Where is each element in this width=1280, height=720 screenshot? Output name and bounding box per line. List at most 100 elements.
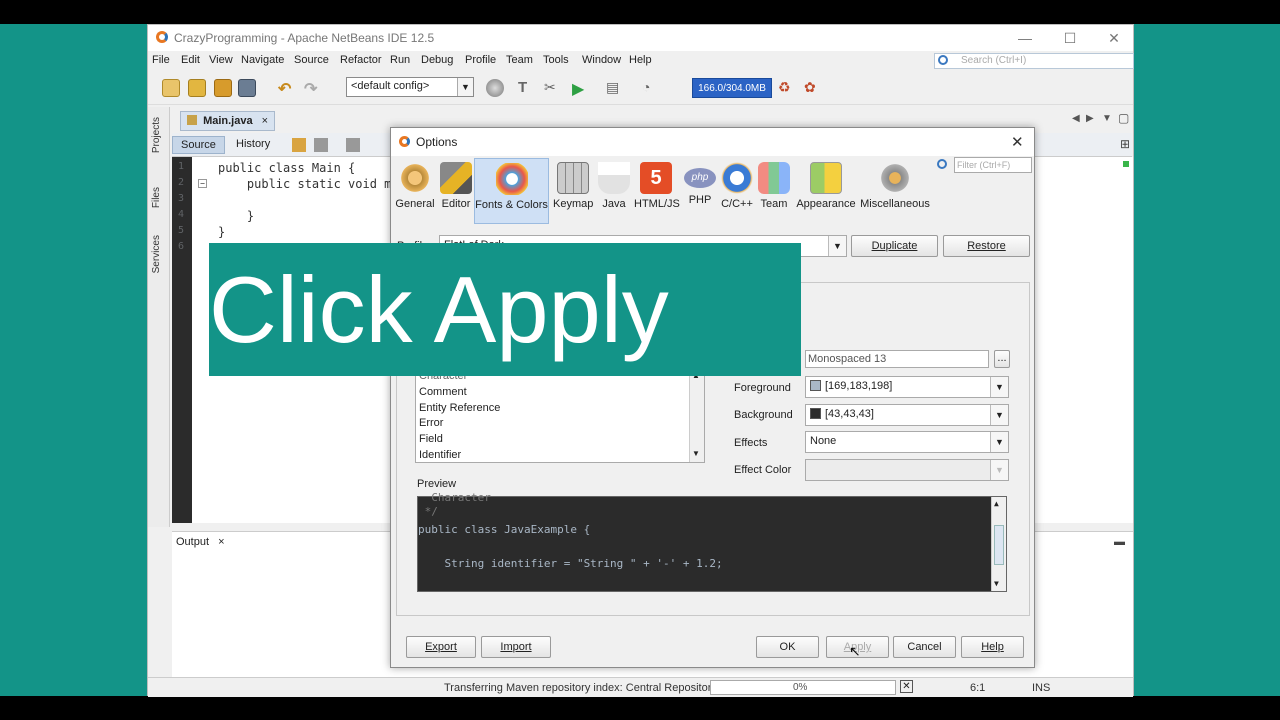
menu-run[interactable]: Run [390, 54, 410, 66]
search-input[interactable]: Search (Ctrl+I) [934, 53, 1134, 69]
menu-file[interactable]: File [152, 54, 170, 66]
debug-icon[interactable]: ▤ [606, 79, 624, 97]
menu-navigate[interactable]: Navigate [241, 54, 284, 66]
open-project-icon[interactable] [214, 79, 232, 97]
category-php[interactable]: php PHP [683, 158, 717, 224]
services-tab[interactable]: Services [151, 235, 162, 273]
split-icon[interactable]: ⊞ [1120, 137, 1130, 151]
output-close-icon[interactable]: × [218, 536, 224, 548]
foreground-select[interactable]: [169,183,198] ▼ [805, 376, 1009, 398]
list-item[interactable]: Identifier [419, 449, 461, 461]
effects-value: None [810, 435, 837, 447]
category-list[interactable]: Character Comment Entity Reference Error… [415, 368, 705, 463]
clean-build-icon[interactable]: ✂ [544, 79, 562, 97]
mouse-cursor-icon: ↖ [849, 643, 861, 659]
help-button[interactable]: Help [961, 636, 1024, 658]
category-team[interactable]: Team [758, 158, 790, 224]
list-item[interactable]: Field [419, 433, 443, 445]
tab-list-icon[interactable]: ▼ [1102, 113, 1112, 124]
ok-button[interactable]: OK [756, 636, 819, 658]
run-icon[interactable]: ▶ [572, 79, 590, 98]
category-keymap[interactable]: Keymap [553, 158, 593, 224]
save-all-icon[interactable] [238, 79, 256, 97]
status-bar: Transferring Maven repository index: Cen… [148, 677, 1133, 697]
list-item[interactable]: Entity Reference [419, 402, 500, 414]
output-tab[interactable]: Output × [176, 536, 225, 548]
memory-indicator[interactable]: 166.0/304.0MB [692, 78, 772, 98]
category-cpp[interactable]: C/C++ [719, 158, 755, 224]
fold-icon[interactable]: − [198, 179, 207, 188]
menu-tools[interactable]: Tools [543, 54, 569, 66]
menu-source[interactable]: Source [294, 54, 329, 66]
tab-main-java[interactable]: Main.java × [180, 111, 276, 131]
effects-select[interactable]: None ▼ [805, 431, 1009, 453]
minimize-button[interactable]: — [1010, 28, 1040, 48]
gc-icon[interactable]: ♻ [778, 79, 796, 97]
profiler-icon[interactable]: ✿ [804, 79, 822, 97]
find-icon[interactable] [346, 138, 360, 152]
back-icon[interactable] [292, 138, 306, 152]
new-file-icon[interactable] [162, 79, 180, 97]
profile-icon[interactable]: ◔ [642, 79, 660, 97]
menu-window[interactable]: Window [582, 54, 621, 66]
build-icon[interactable]: T [518, 79, 536, 97]
menu-refactor[interactable]: Refactor [340, 54, 382, 66]
config-select[interactable]: <default config> ▼ [346, 77, 474, 97]
category-java[interactable]: Java [597, 158, 631, 224]
cpp-icon [721, 162, 753, 194]
tab-scroll-right-icon[interactable]: ▶ [1086, 113, 1094, 124]
target-icon[interactable] [486, 79, 504, 97]
list-item[interactable]: Error [419, 417, 443, 429]
list-item[interactable]: Comment [419, 386, 467, 398]
effect-color-select: ▼ [805, 459, 1009, 481]
restore-button[interactable]: Restore [943, 235, 1030, 257]
filter-search-icon [937, 159, 947, 169]
forward-icon[interactable] [314, 138, 328, 152]
category-fonts-colors[interactable]: Fonts & Colors [474, 158, 549, 224]
scroll-up-icon[interactable]: ▲ [994, 499, 999, 508]
category-appearance[interactable]: Appearance [794, 158, 858, 224]
preview-scrollbar[interactable]: ▲ ▼ [991, 497, 1006, 591]
menu-view[interactable]: View [209, 54, 233, 66]
tab-close-icon[interactable]: × [262, 115, 268, 127]
new-project-icon[interactable] [188, 79, 206, 97]
tab-scroll-left-icon[interactable]: ◀ [1072, 113, 1080, 124]
cancel-progress-icon[interactable]: ✕ [900, 680, 913, 693]
redo-icon[interactable]: ↷ [304, 79, 322, 98]
tab-source[interactable]: Source [172, 136, 225, 154]
preview-line: Character [418, 491, 491, 504]
undo-icon[interactable]: ↶ [278, 79, 296, 98]
background-select[interactable]: [43,43,43] ▼ [805, 404, 1009, 426]
duplicate-button[interactable]: Duplicate [851, 235, 938, 257]
font-field[interactable]: Monospaced 13 [805, 350, 989, 368]
scroll-thumb[interactable] [994, 525, 1004, 565]
close-window-button[interactable]: ✕ [1099, 28, 1129, 48]
category-label: General [395, 198, 435, 210]
menu-edit[interactable]: Edit [181, 54, 200, 66]
tab-history[interactable]: History [228, 136, 278, 154]
import-button[interactable]: Import [481, 636, 551, 658]
dialog-title-bar: Options ✕ [391, 128, 1034, 156]
category-html-js[interactable]: 5 HTML/JS [634, 158, 680, 224]
cancel-button[interactable]: Cancel [893, 636, 956, 658]
maximize-editor-icon[interactable]: ▢ [1118, 111, 1129, 125]
export-button[interactable]: Export [406, 636, 476, 658]
maximize-button[interactable]: ☐ [1055, 28, 1085, 48]
files-tab[interactable]: Files [151, 187, 162, 208]
category-editor[interactable]: Editor [439, 158, 473, 224]
scroll-down-icon[interactable]: ▼ [994, 579, 999, 588]
menu-team[interactable]: Team [506, 54, 533, 66]
dialog-close-button[interactable]: ✕ [1011, 133, 1024, 151]
scroll-down-icon[interactable]: ▼ [692, 449, 700, 458]
menu-profile[interactable]: Profile [465, 54, 496, 66]
font-chooser-button[interactable]: ... [994, 350, 1010, 368]
list-scrollbar[interactable]: ▲ ▼ [689, 369, 704, 462]
minimize-panel-icon[interactable]: ▬ [1114, 536, 1125, 548]
projects-tab[interactable]: Projects [151, 117, 162, 153]
menu-debug[interactable]: Debug [421, 54, 453, 66]
filter-input[interactable]: Filter (Ctrl+F) [954, 157, 1032, 173]
menu-help[interactable]: Help [629, 54, 652, 66]
category-miscellaneous[interactable]: Miscellaneous [860, 158, 930, 224]
category-general[interactable]: General [395, 158, 435, 224]
code-line: } [218, 225, 226, 239]
